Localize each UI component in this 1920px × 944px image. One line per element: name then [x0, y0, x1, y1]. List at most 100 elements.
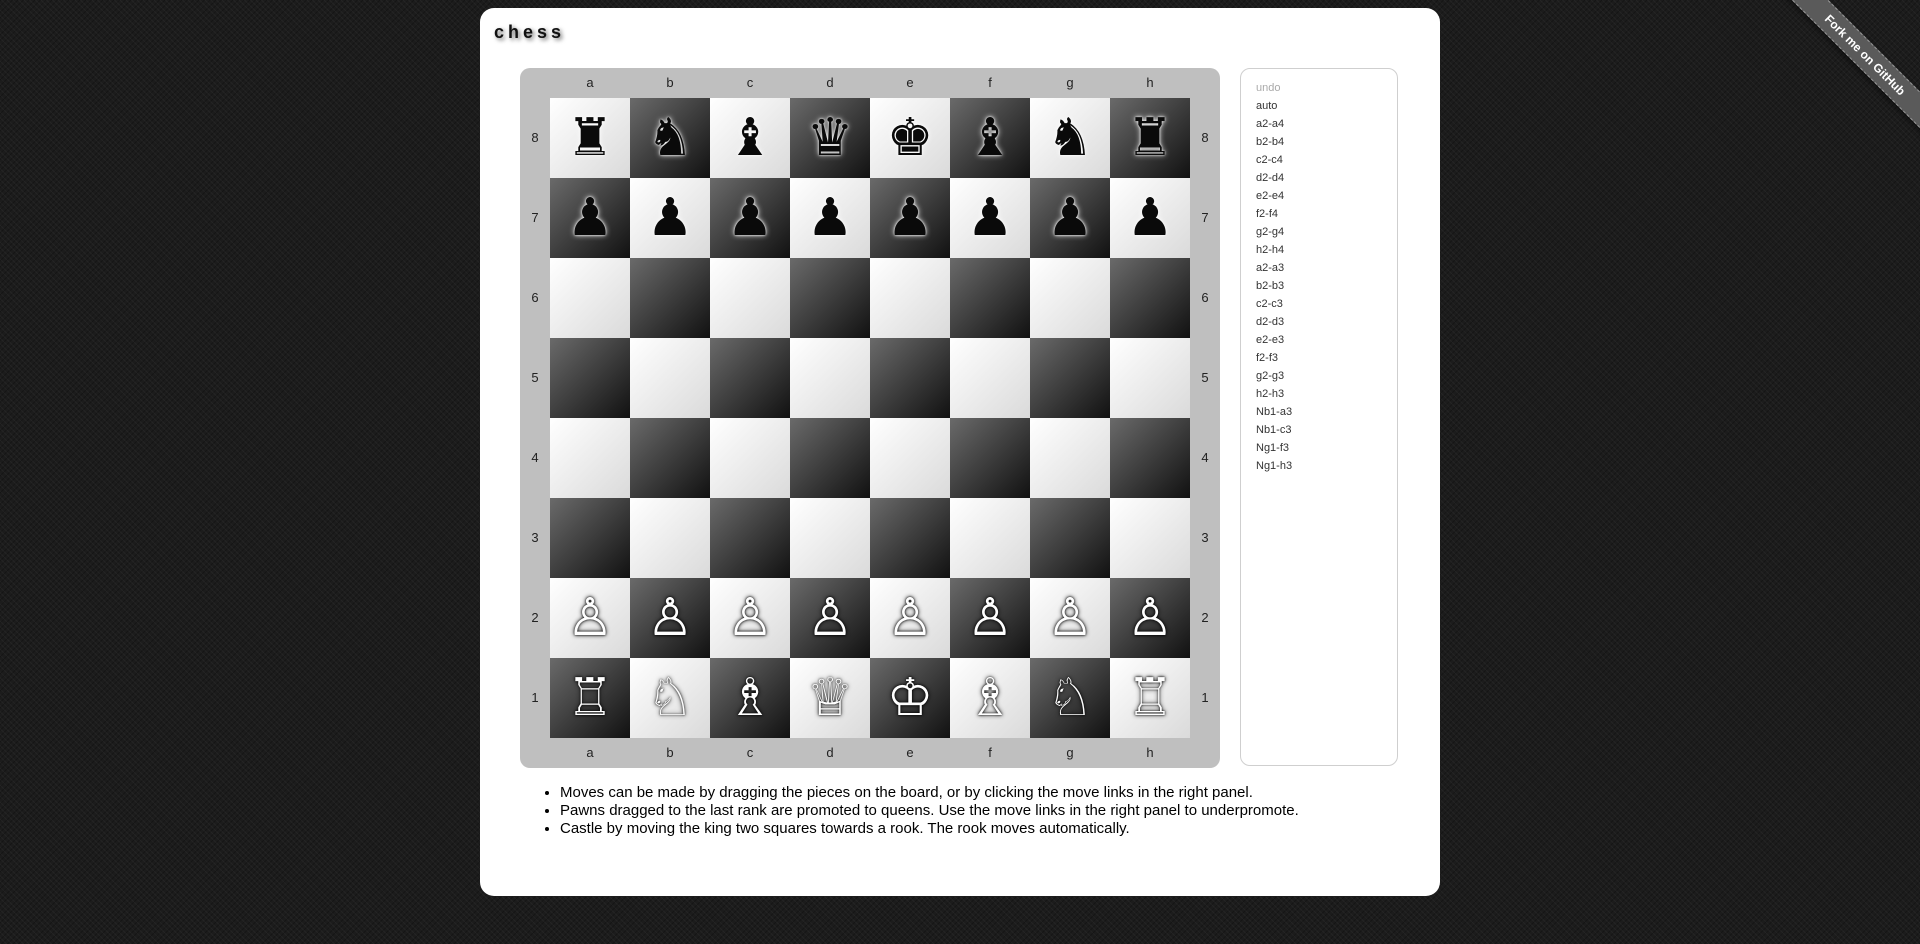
square-c1[interactable]: ♗ — [710, 658, 790, 738]
square-c8[interactable]: ♝ — [710, 98, 790, 178]
square-c2[interactable]: ♙ — [710, 578, 790, 658]
square-d7[interactable]: ♟ — [790, 178, 870, 258]
square-g6[interactable] — [1030, 258, 1110, 338]
black-queen-icon[interactable]: ♛ — [807, 112, 854, 164]
black-pawn-icon[interactable]: ♟ — [567, 192, 614, 244]
square-d5[interactable] — [790, 338, 870, 418]
square-b2[interactable]: ♙ — [630, 578, 710, 658]
square-c7[interactable]: ♟ — [710, 178, 790, 258]
square-h2[interactable]: ♙ — [1110, 578, 1190, 658]
square-b7[interactable]: ♟ — [630, 178, 710, 258]
move-link[interactable]: e2-e3 — [1256, 331, 1397, 349]
black-bishop-icon[interactable]: ♝ — [967, 112, 1014, 164]
square-h3[interactable] — [1110, 498, 1190, 578]
black-pawn-icon[interactable]: ♟ — [727, 192, 774, 244]
square-a4[interactable] — [550, 418, 630, 498]
square-b1[interactable]: ♘ — [630, 658, 710, 738]
move-link[interactable]: Ng1-f3 — [1256, 439, 1397, 457]
black-pawn-icon[interactable]: ♟ — [887, 192, 934, 244]
square-f4[interactable] — [950, 418, 1030, 498]
move-link[interactable]: a2-a3 — [1256, 259, 1397, 277]
square-f5[interactable] — [950, 338, 1030, 418]
move-link[interactable]: Ng1-h3 — [1256, 457, 1397, 475]
square-f3[interactable] — [950, 498, 1030, 578]
square-e6[interactable] — [870, 258, 950, 338]
square-f8[interactable]: ♝ — [950, 98, 1030, 178]
square-d4[interactable] — [790, 418, 870, 498]
black-bishop-icon[interactable]: ♝ — [727, 112, 774, 164]
square-e2[interactable]: ♙ — [870, 578, 950, 658]
auto-link[interactable]: auto — [1256, 97, 1397, 115]
move-link[interactable]: b2-b3 — [1256, 277, 1397, 295]
square-e1[interactable]: ♔ — [870, 658, 950, 738]
square-d2[interactable]: ♙ — [790, 578, 870, 658]
white-pawn-icon[interactable]: ♙ — [567, 592, 614, 644]
square-a3[interactable] — [550, 498, 630, 578]
move-link[interactable]: f2-f4 — [1256, 205, 1397, 223]
white-knight-icon[interactable]: ♘ — [647, 672, 694, 724]
move-link[interactable]: g2-g3 — [1256, 367, 1397, 385]
white-king-icon[interactable]: ♔ — [887, 672, 934, 724]
square-h6[interactable] — [1110, 258, 1190, 338]
square-e8[interactable]: ♚ — [870, 98, 950, 178]
move-link[interactable]: c2-c4 — [1256, 151, 1397, 169]
white-pawn-icon[interactable]: ♙ — [887, 592, 934, 644]
square-e5[interactable] — [870, 338, 950, 418]
square-f6[interactable] — [950, 258, 1030, 338]
move-link[interactable]: c2-c3 — [1256, 295, 1397, 313]
black-pawn-icon[interactable]: ♟ — [1127, 192, 1174, 244]
move-link[interactable]: h2-h3 — [1256, 385, 1397, 403]
move-link[interactable]: g2-g4 — [1256, 223, 1397, 241]
black-knight-icon[interactable]: ♞ — [1047, 112, 1094, 164]
move-link[interactable]: d2-d4 — [1256, 169, 1397, 187]
black-king-icon[interactable]: ♚ — [887, 112, 934, 164]
square-a1[interactable]: ♖ — [550, 658, 630, 738]
black-pawn-icon[interactable]: ♟ — [1047, 192, 1094, 244]
square-c6[interactable] — [710, 258, 790, 338]
square-f7[interactable]: ♟ — [950, 178, 1030, 258]
square-g5[interactable] — [1030, 338, 1110, 418]
square-h4[interactable] — [1110, 418, 1190, 498]
white-bishop-icon[interactable]: ♗ — [967, 672, 1014, 724]
white-pawn-icon[interactable]: ♙ — [807, 592, 854, 644]
white-bishop-icon[interactable]: ♗ — [727, 672, 774, 724]
square-e4[interactable] — [870, 418, 950, 498]
move-link[interactable]: h2-h4 — [1256, 241, 1397, 259]
square-e3[interactable] — [870, 498, 950, 578]
square-d8[interactable]: ♛ — [790, 98, 870, 178]
move-link[interactable]: b2-b4 — [1256, 133, 1397, 151]
black-knight-icon[interactable]: ♞ — [647, 112, 694, 164]
square-d6[interactable] — [790, 258, 870, 338]
move-link[interactable]: f2-f3 — [1256, 349, 1397, 367]
square-a6[interactable] — [550, 258, 630, 338]
chess-board[interactable]: ♜ ♞ ♝ ♛ ♚ ♝ ♞ ♜ ♟ ♟ ♟ ♟ ♟ ♟ ♟ ♟ ♙ ♙ ♙ ♙ ♙ ♙ ♙ ♙ ♖ ♘ ♗ ♕ ♔ ♗ ♘ ♖ — [550, 98, 1190, 738]
square-d3[interactable] — [790, 498, 870, 578]
square-c4[interactable] — [710, 418, 790, 498]
square-f1[interactable]: ♗ — [950, 658, 1030, 738]
square-h7[interactable]: ♟ — [1110, 178, 1190, 258]
move-link[interactable]: a2-a4 — [1256, 115, 1397, 133]
square-h5[interactable] — [1110, 338, 1190, 418]
square-b4[interactable] — [630, 418, 710, 498]
white-rook-icon[interactable]: ♖ — [567, 672, 614, 724]
black-pawn-icon[interactable]: ♟ — [967, 192, 1014, 244]
white-pawn-icon[interactable]: ♙ — [647, 592, 694, 644]
square-h8[interactable]: ♜ — [1110, 98, 1190, 178]
square-e7[interactable]: ♟ — [870, 178, 950, 258]
square-g3[interactable] — [1030, 498, 1110, 578]
undo-link[interactable]: undo — [1256, 79, 1397, 97]
square-f2[interactable]: ♙ — [950, 578, 1030, 658]
square-d1[interactable]: ♕ — [790, 658, 870, 738]
move-link[interactable]: Nb1-c3 — [1256, 421, 1397, 439]
square-a2[interactable]: ♙ — [550, 578, 630, 658]
black-rook-icon[interactable]: ♜ — [567, 112, 614, 164]
square-b5[interactable] — [630, 338, 710, 418]
white-rook-icon[interactable]: ♖ — [1127, 672, 1174, 724]
square-b6[interactable] — [630, 258, 710, 338]
square-c5[interactable] — [710, 338, 790, 418]
black-pawn-icon[interactable]: ♟ — [807, 192, 854, 244]
move-link[interactable]: Nb1-a3 — [1256, 403, 1397, 421]
square-a7[interactable]: ♟ — [550, 178, 630, 258]
square-c3[interactable] — [710, 498, 790, 578]
white-pawn-icon[interactable]: ♙ — [967, 592, 1014, 644]
